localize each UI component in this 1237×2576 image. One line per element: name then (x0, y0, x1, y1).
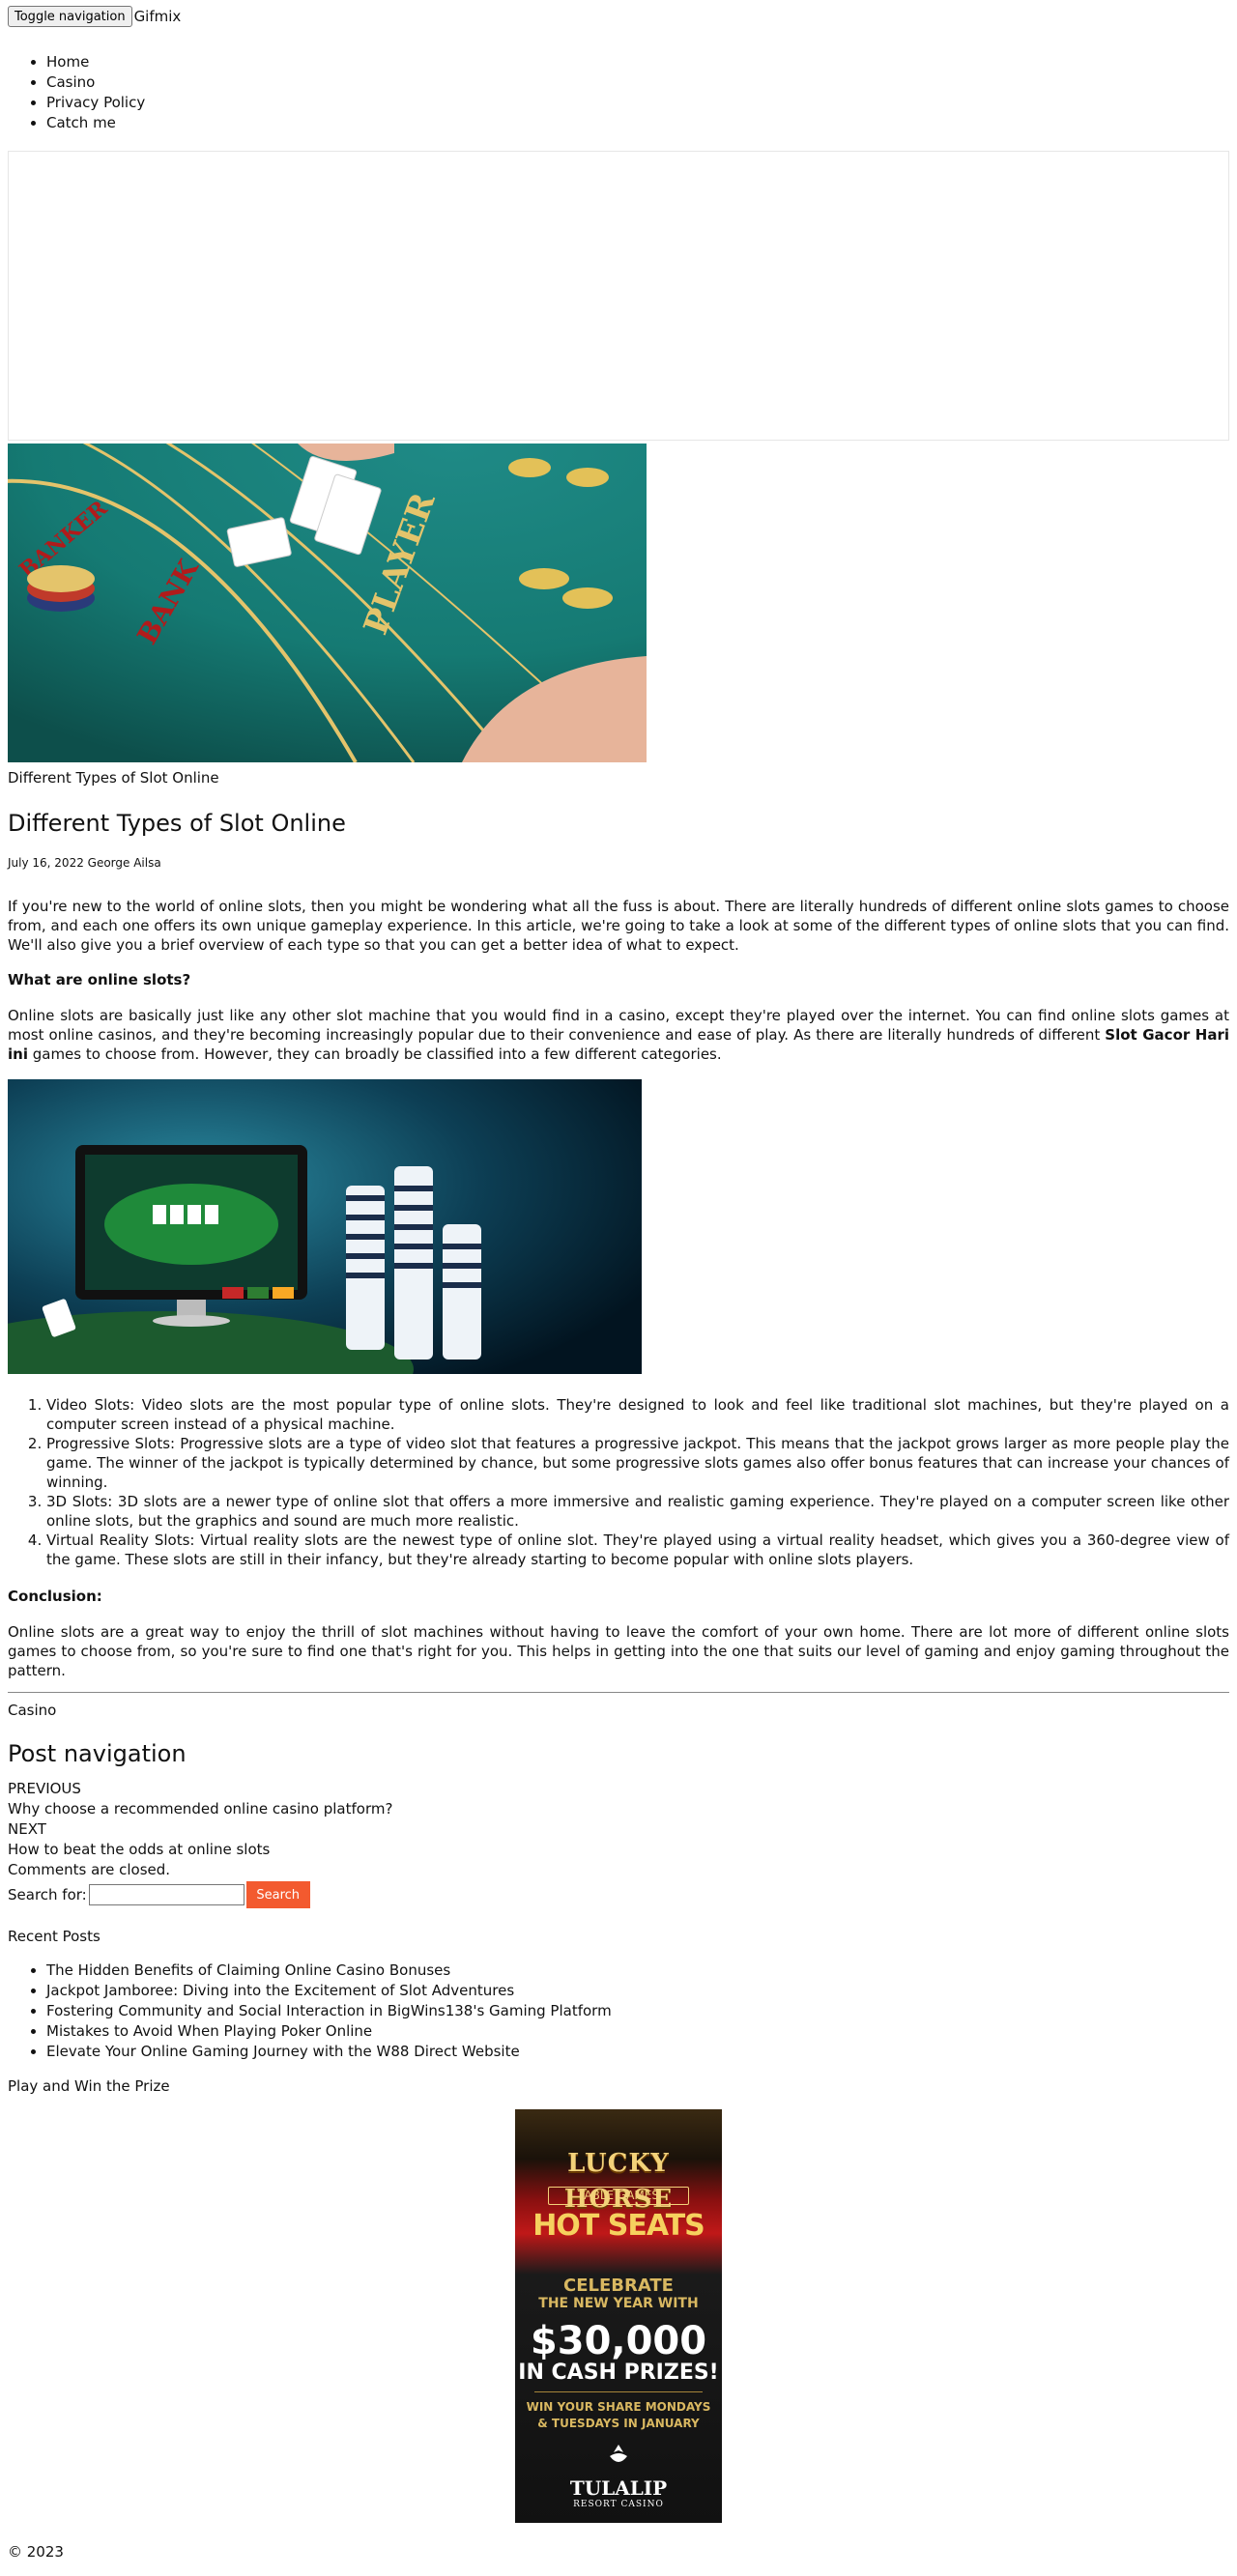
next-post-link[interactable]: How to beat the odds at online slots (8, 1840, 1229, 1860)
promo-wrapper: LUCKY HORSE TABLE GAMES HOT SEATS CELEBR… (8, 2109, 1229, 2524)
search-form: Search for: Search (8, 1880, 1229, 1909)
promo-brand-sub: RESORT CASINO (573, 2500, 664, 2510)
content-divider (8, 1691, 1229, 1693)
recent-post-link[interactable]: Elevate Your Online Gaming Journey with … (46, 2042, 1229, 2062)
recent-posts-list: The Hidden Benefits of Claiming Online C… (8, 1961, 1229, 2062)
conclusion-body: Online slots are a great way to enjoy th… (8, 1622, 1229, 1679)
list-item: 3D Slots: 3D slots are a newer type of o… (46, 1492, 1229, 1531)
ad-placeholder (8, 151, 1229, 441)
comments-closed-notice: Comments are closed. (8, 1861, 171, 1879)
post-meta: July 16, 2022 George Ailsa (8, 855, 161, 870)
post-navigation-title: Post navigation (8, 1739, 187, 1767)
conclusion-heading: Conclusion: (8, 1587, 102, 1605)
recent-post-link[interactable]: The Hidden Benefits of Claiming Online C… (46, 1961, 1229, 1981)
post-category-link[interactable]: Casino (8, 1701, 1229, 1721)
main-menu: Home Casino Privacy Policy Catch me (8, 52, 1229, 133)
featured-image: BANK PLAYER BANKER (8, 444, 647, 762)
recent-post-link[interactable]: Mistakes to Avoid When Playing Poker Onl… (46, 2021, 1229, 2042)
post-intro: If you're new to the world of online slo… (8, 897, 1229, 954)
toggle-navigation-button[interactable]: Toggle navigation (8, 6, 132, 27)
promo-days-1: WIN YOUR SHARE MONDAYS (526, 2400, 711, 2415)
promo-divider (534, 2391, 703, 2393)
promo-hot-seats: HOT SEATS (532, 2209, 705, 2244)
menu-item-privacy-policy[interactable]: Privacy Policy (46, 93, 1229, 113)
footer-copyright: © 2023 (8, 2543, 64, 2562)
section-body-pre: Online slots are basically just like any… (8, 1006, 1229, 1044)
search-label: Search for: (8, 1885, 87, 1903)
section-body-post: games to choose from. However, they can … (27, 1045, 722, 1063)
promo-widget-title: Play and Win the Prize (8, 2077, 170, 2096)
featured-image-caption: Different Types of Slot Online (8, 769, 219, 787)
list-item: Progressive Slots: Progressive slots are… (46, 1434, 1229, 1492)
search-button[interactable]: Search (245, 1881, 310, 1909)
next-label: NEXT (8, 1820, 46, 1839)
list-item: Video Slots: Video slots are the most po… (46, 1395, 1229, 1434)
menu-item-home[interactable]: Home (46, 52, 1229, 72)
post-navigation: PREVIOUS Why choose a recommended online… (8, 1779, 1229, 1880)
search-input[interactable] (88, 1884, 245, 1906)
slot-types-list: Video Slots: Video slots are the most po… (8, 1395, 1229, 1569)
promo-cash-prizes: IN CASH PRIZES! (518, 2361, 719, 2386)
inline-image-online-poker (8, 1078, 642, 1374)
post-title: Different Types of Slot Online (8, 810, 346, 837)
top-nav-bar: Toggle navigation Gifmix (8, 0, 1229, 43)
casino-promo-banner[interactable]: LUCKY HORSE TABLE GAMES HOT SEATS CELEBR… (515, 2109, 722, 2524)
menu-item-casino[interactable]: Casino (46, 72, 1229, 93)
tulalip-logo-icon (610, 2445, 627, 2463)
promo-subheadline: TABLE GAMES (548, 2187, 689, 2206)
section-heading-online-slots: What are online slots? (8, 970, 191, 988)
previous-post-link[interactable]: Why choose a recommended online casino p… (8, 1799, 1229, 1819)
promo-days-2: & TUESDAYS IN JANUARY (537, 2417, 700, 2431)
promo-new-year: THE NEW YEAR WITH (538, 2296, 699, 2312)
recent-post-link[interactable]: Fostering Community and Social Interacti… (46, 2001, 1229, 2021)
section-body-online-slots: Online slots are basically just like any… (8, 1006, 1229, 1064)
recent-post-link[interactable]: Jackpot Jamboree: Diving into the Excite… (46, 1981, 1229, 2001)
promo-brand: TULALIP (569, 2476, 668, 2501)
list-item: Virtual Reality Slots: Virtual reality s… (46, 1531, 1229, 1569)
menu-item-catch-me[interactable]: Catch me (46, 113, 1229, 133)
recent-posts-title: Recent Posts (8, 1928, 101, 1946)
site-brand[interactable]: Gifmix (134, 7, 182, 27)
previous-label: PREVIOUS (8, 1780, 81, 1798)
